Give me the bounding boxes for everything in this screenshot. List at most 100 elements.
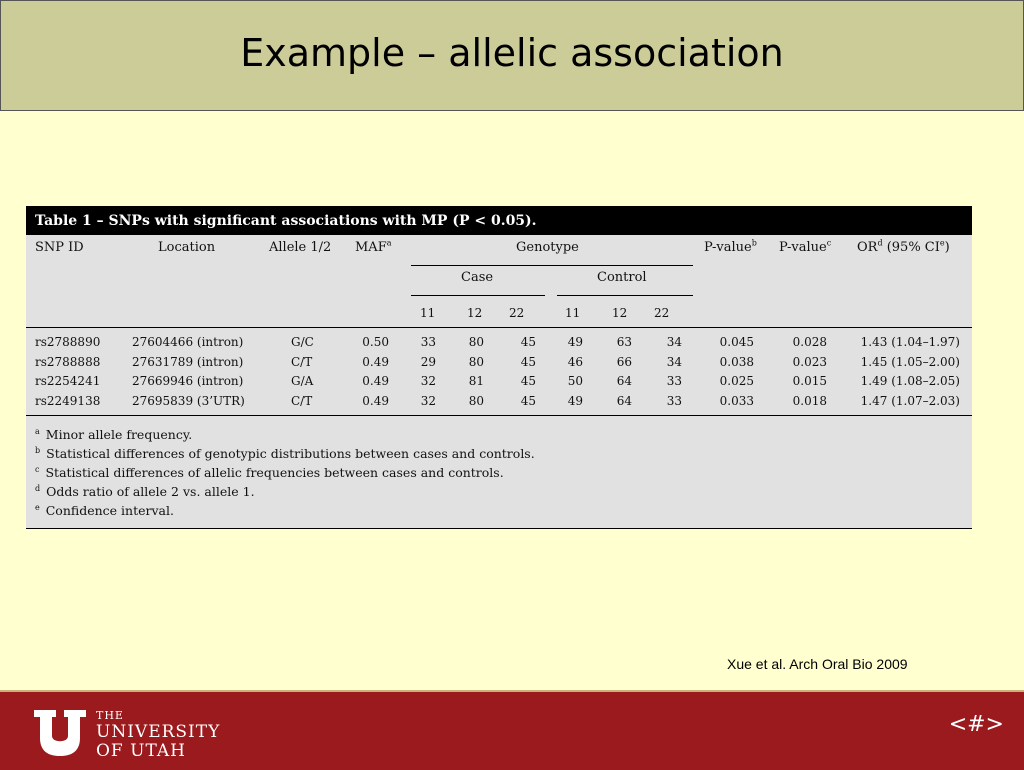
header-pvalue-c-sup: c [826,238,832,248]
footnote-marker: b [35,445,41,455]
university-wordmark: THE UNIVERSITY OF UTAH [96,708,220,761]
footnote-marker: a [35,426,40,436]
cell-p-allele: 0.015 [792,374,827,388]
cell-case11: 33 [420,335,436,349]
header-control-22: 22 [654,306,670,320]
cell-ctl12: 64 [616,374,632,388]
title-bar: Example – allelic association [0,0,1024,111]
header-control: Control [597,270,647,285]
footnote-text: Confidence interval. [45,503,174,518]
header-maf-sup: a [386,238,392,248]
cell-case11: 32 [420,393,436,408]
cell-maf: 0.49 [362,374,389,388]
header-or-mid: (95% CI [882,240,940,255]
citation: Xue et al. Arch Oral Bio 2009 [727,656,908,672]
cell-or: 1.45 (1.05–2.00) [860,354,960,369]
cell-case22: 45 [520,393,536,408]
header-control-12: 12 [612,306,628,320]
control-rule [557,295,693,296]
footnote-text: Statistical differences of genotypic dis… [46,446,535,461]
cell-p-geno: 0.045 [719,335,754,349]
footnote-item: e Confidence interval. [35,503,174,518]
cell-snp: rs2788888 [35,354,101,369]
cell-ctl11: 49 [567,393,583,408]
cell-allele: C/T [291,393,313,408]
footnote-item: c Statistical differences of allelic freq… [35,465,504,480]
cell-case22: 45 [520,354,536,369]
cell-case12: 80 [468,335,484,349]
body-bottom-rule [26,415,972,416]
cell-maf: 0.50 [362,335,389,349]
cell-location: 27695839 (3’UTR) [132,393,245,408]
cell-p-geno: 0.038 [719,354,754,369]
cell-p-geno: 0.033 [719,393,754,408]
footnote-item: d Odds ratio of allele 2 vs. allele 1. [35,484,255,499]
university-u-logo [34,710,86,761]
cell-case11: 32 [420,374,436,388]
cell-location: 27631789 (intron) [132,354,244,369]
cell-case12: 81 [468,374,484,388]
header-pvalue-allelic: P-valuec [779,238,832,255]
header-case-22: 22 [509,306,525,320]
footer-bar: THE UNIVERSITY OF UTAH <#> [0,690,1024,770]
table-caption: Table 1 – SNPs with significant associat… [26,206,972,235]
cell-allele: C/T [291,354,313,369]
cell-ctl12: 63 [616,335,632,349]
header-case-11: 11 [420,306,436,320]
footnote-text: Minor allele frequency. [45,427,193,442]
cell-p-allele: 0.018 [792,393,827,408]
cell-ctl12: 66 [616,354,632,369]
header-allele: Allele 1/2 [269,240,332,255]
slide-number: <#> [948,712,1004,737]
header-snp-id: SNP ID [35,240,84,255]
cell-ctl12: 64 [616,393,632,408]
footnote-marker: d [35,483,41,493]
cell-p-geno: 0.025 [719,374,754,388]
cell-location: 27669946 (intron) [132,374,244,388]
block-u-icon [34,710,86,756]
cell-ctl22: 33 [666,393,682,408]
cell-ctl11: 50 [567,374,583,388]
cell-allele: G/A [291,374,314,388]
snp-table: Table 1 – SNPs with significant associat… [26,206,972,529]
case-rule [411,295,545,296]
cell-case22: 45 [520,335,536,349]
footnote-item: b Statistical differences of genotypic di… [35,446,535,461]
cell-case12: 80 [468,354,484,369]
footnote-marker: c [35,464,40,474]
slide-title: Example – allelic association [240,31,784,75]
cell-p-allele: 0.028 [792,335,827,349]
header-control-11: 11 [565,306,581,320]
footnote-text: Statistical differences of allelic frequ… [45,465,504,480]
header-bottom-rule [26,327,972,328]
cell-ctl11: 49 [567,335,583,349]
cell-ctl22: 33 [666,374,682,388]
cell-p-allele: 0.023 [792,354,827,369]
cell-ctl11: 46 [567,354,583,369]
header-maf-label: MAF [355,240,387,255]
cell-or: 1.47 (1.07–2.03) [860,393,960,408]
wordmark-the: THE [96,709,124,722]
header-case-12: 12 [467,306,483,320]
cell-case12: 80 [468,393,484,408]
cell-ctl22: 34 [666,354,682,369]
footnote-marker: e [35,502,40,512]
cell-ctl22: 34 [666,335,682,349]
header-odds-ratio: ORd (95% CIe) [857,239,950,255]
cell-maf: 0.49 [362,354,389,369]
cell-case22: 45 [520,374,536,388]
cell-snp: rs2788890 [35,335,101,349]
header-or-suffix: ) [944,240,950,255]
cell-location: 27604466 (intron) [132,335,244,349]
wordmark-university: UNIVERSITY [96,722,221,742]
header-maf: MAFa [355,238,392,255]
cell-snp: rs2254241 [35,374,101,388]
header-case: Case [461,270,494,285]
header-location: Location [158,240,216,255]
cell-maf: 0.49 [362,393,389,408]
cell-case11: 29 [420,354,436,369]
genotype-rule [411,265,693,266]
cell-allele: G/C [291,335,314,349]
header-pvalue-b-label: P-value [704,240,752,255]
cell-or: 1.49 (1.08–2.05) [860,374,960,388]
